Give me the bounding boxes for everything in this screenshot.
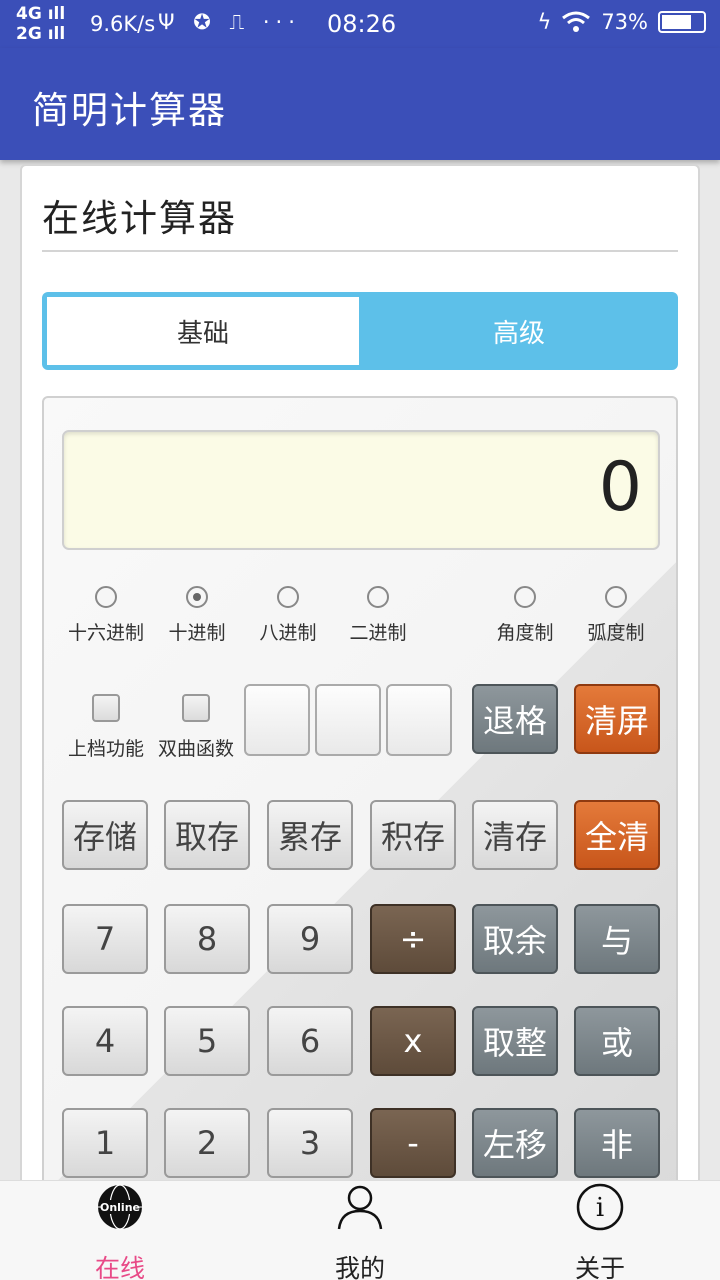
network-speed: 9.6K/s <box>90 12 156 36</box>
nav-mine[interactable]: 我的 <box>300 1181 420 1280</box>
key-9[interactable]: 9 <box>267 904 353 974</box>
left-shift-button[interactable]: 左移 <box>472 1108 558 1178</box>
tab-advanced[interactable]: 高级 <box>360 297 678 365</box>
calculator-card: 在线计算器 基础 高级 0 十六进制 十进制 八进制 二进制 角度制 弧度制 上… <box>20 164 700 1194</box>
key-8[interactable]: 8 <box>164 904 250 974</box>
key-3[interactable]: 3 <box>267 1108 353 1178</box>
memory-clear-button[interactable]: 清存 <box>472 800 558 870</box>
display-value: 0 <box>598 448 642 527</box>
radio-radian[interactable] <box>605 586 627 608</box>
key-1[interactable]: 1 <box>62 1108 148 1178</box>
radio-degree[interactable] <box>514 586 536 608</box>
clock: 08:26 <box>327 10 397 38</box>
user-icon <box>337 1185 383 1230</box>
integer-button[interactable]: 取整 <box>472 1006 558 1076</box>
backspace-button[interactable]: 退格 <box>472 684 558 754</box>
svg-text:Online: Online <box>100 1201 140 1214</box>
radio-bin-label: 二进制 <box>349 622 407 644</box>
globe-online-icon: Online <box>98 1184 142 1230</box>
or-button[interactable]: 或 <box>574 1006 660 1076</box>
battery-percent: 73% <box>601 10 648 34</box>
status-bar: 4G ıll 2G ıll 9.6K/s Ψ ✪ ⎍ ··· 08:26 ϟ 7… <box>0 0 720 48</box>
not-button[interactable]: 非 <box>574 1108 660 1178</box>
radio-degree-label: 角度制 <box>496 622 554 644</box>
nav-online[interactable]: Online 在线 <box>60 1181 180 1280</box>
status-right: ϟ 73% <box>537 10 706 34</box>
radio-oct[interactable] <box>277 586 299 608</box>
key-5[interactable]: 5 <box>164 1006 250 1076</box>
charging-icon: ϟ <box>537 10 552 34</box>
memory-slot <box>386 684 452 756</box>
radio-hex-label: 十六进制 <box>67 622 145 644</box>
nav-mine-label: 我的 <box>334 1254 385 1280</box>
app-title: 简明计算器 <box>32 89 227 132</box>
radio-dec[interactable] <box>186 586 208 608</box>
checkbox-shift-label: 上档功能 <box>67 738 145 760</box>
key-7[interactable]: 7 <box>62 904 148 974</box>
radio-oct-label: 八进制 <box>259 622 317 644</box>
modulo-button[interactable]: 取余 <box>472 904 558 974</box>
memory-slot <box>244 684 310 756</box>
memory-add-button[interactable]: 累存 <box>267 800 353 870</box>
svg-text:i: i <box>596 1193 604 1223</box>
app-bar: 简明计算器 <box>0 48 720 160</box>
calculator-panel: 0 十六进制 十进制 八进制 二进制 角度制 弧度制 上档功能 双曲函数 退格 … <box>42 396 678 1192</box>
key-4[interactable]: 4 <box>62 1006 148 1076</box>
checkbox-hyperbolic[interactable] <box>182 694 210 722</box>
radio-hex[interactable] <box>95 586 117 608</box>
memory-recall-button[interactable]: 取存 <box>164 800 250 870</box>
multiply-button[interactable]: x <box>370 1006 456 1076</box>
divide-button[interactable]: ÷ <box>370 904 456 974</box>
checkbox-hyperbolic-label: 双曲函数 <box>157 738 235 760</box>
and-button[interactable]: 与 <box>574 904 660 974</box>
info-icon: i <box>576 1183 624 1231</box>
nav-online-label: 在线 <box>94 1254 145 1280</box>
subtract-button[interactable]: - <box>370 1108 456 1178</box>
notification-icons: Ψ ✪ ⎍ ··· <box>158 10 301 34</box>
memory-slot <box>315 684 381 756</box>
key-2[interactable]: 2 <box>164 1108 250 1178</box>
wifi-icon <box>562 11 591 32</box>
radio-radian-label: 弧度制 <box>587 622 645 644</box>
memory-store-button[interactable]: 存储 <box>62 800 148 870</box>
radio-dec-label: 十进制 <box>168 622 226 644</box>
checkbox-shift[interactable] <box>92 694 120 722</box>
nav-about-label: 关于 <box>574 1254 625 1280</box>
result-display: 0 <box>62 430 660 550</box>
bottom-navigation: Online 在线 我的 i 关于 <box>0 1180 720 1280</box>
radio-bin[interactable] <box>367 586 389 608</box>
divider <box>42 250 678 252</box>
nav-about[interactable]: i 关于 <box>540 1181 660 1280</box>
battery-icon <box>658 11 706 33</box>
key-6[interactable]: 6 <box>267 1006 353 1076</box>
network-indicator: 4G ıll 2G ıll <box>16 4 66 44</box>
mode-tabs: 基础 高级 <box>42 292 678 370</box>
card-title: 在线计算器 <box>42 197 237 240</box>
clear-screen-button[interactable]: 清屏 <box>574 684 660 754</box>
memory-multiply-button[interactable]: 积存 <box>370 800 456 870</box>
all-clear-button[interactable]: 全清 <box>574 800 660 870</box>
tab-basic[interactable]: 基础 <box>47 297 359 365</box>
